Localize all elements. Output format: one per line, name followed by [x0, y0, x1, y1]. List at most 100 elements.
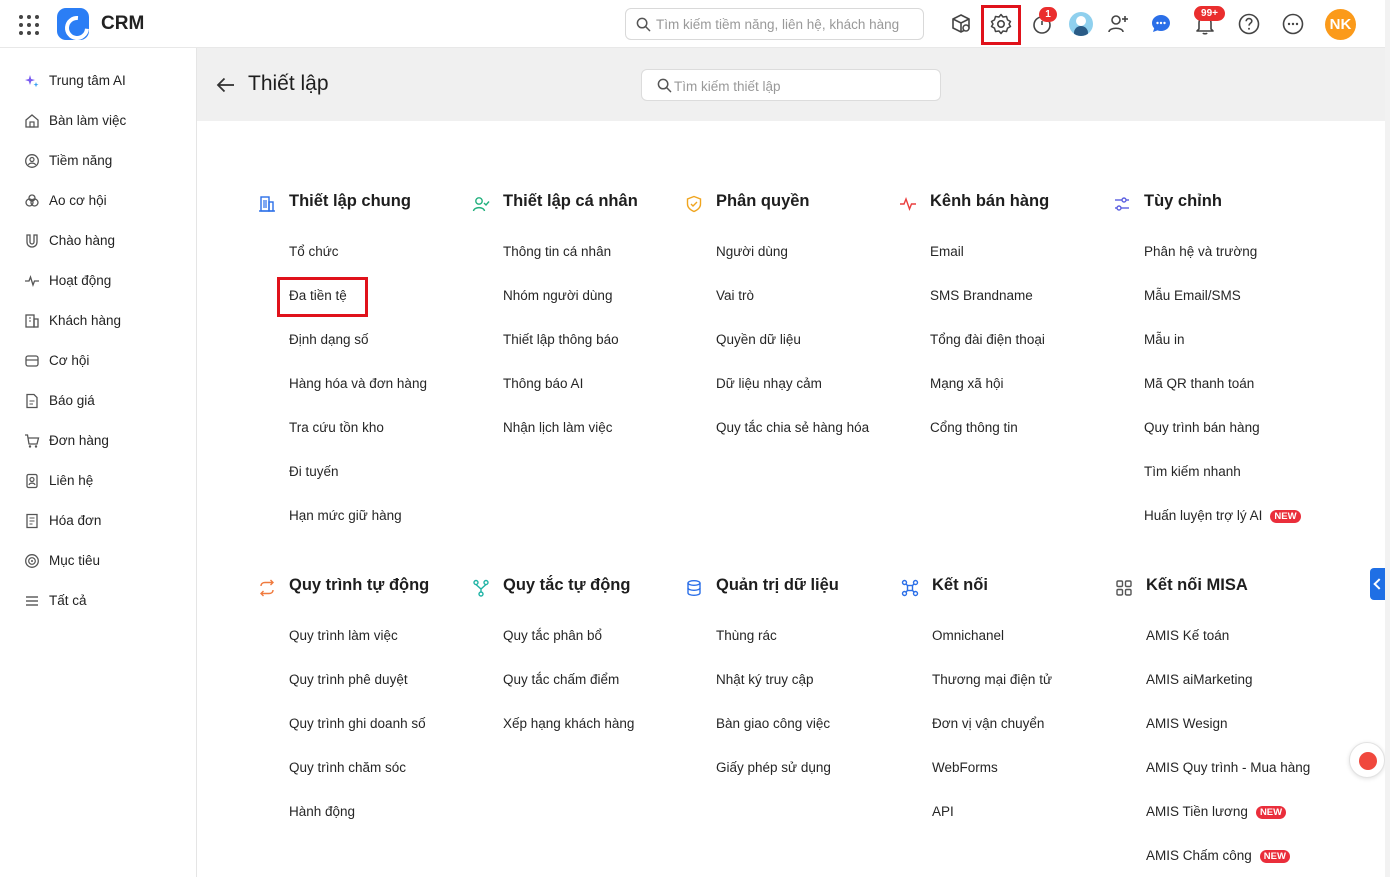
more-icon[interactable]: [1281, 12, 1305, 36]
link-modules-fields[interactable]: Phân hệ và trường: [1144, 244, 1257, 259]
link-customer-ranking[interactable]: Xếp hạng khách hàng: [503, 716, 634, 731]
brand-name: CRM: [101, 13, 145, 34]
add-user-icon[interactable]: [1106, 12, 1130, 36]
contact-icon: [24, 473, 40, 489]
link-work-calendar[interactable]: Nhận lịch làm việc: [503, 420, 613, 435]
global-search-box[interactable]: [625, 8, 924, 40]
sidebar-item-orders[interactable]: Đơn hàng: [0, 421, 196, 461]
link-task-handover[interactable]: Bàn giao công việc: [716, 716, 830, 731]
building-icon: [258, 195, 276, 213]
assistant-avatar[interactable]: [1069, 12, 1093, 36]
link-approval-process[interactable]: Quy trình phê duyệt: [289, 672, 408, 687]
branch-icon: [472, 579, 490, 597]
link-allocation-rules[interactable]: Quy tắc phân bổ: [503, 628, 602, 643]
multi-currency-highlight-frame: [277, 277, 368, 317]
link-call-center[interactable]: Tổng đài điện thoại: [930, 332, 1045, 347]
link-user-groups[interactable]: Nhóm người dùng: [503, 288, 612, 303]
link-omnichannel[interactable]: Omnichanel: [932, 628, 1004, 643]
help-icon[interactable]: [1237, 12, 1261, 36]
sliders-icon: [1113, 195, 1131, 213]
link-access-log[interactable]: Nhật ký truy cập: [716, 672, 814, 687]
link-webforms[interactable]: WebForms: [932, 760, 998, 775]
link-scoring-rules[interactable]: Quy tắc chấm điểm: [503, 672, 619, 687]
link-personal-info[interactable]: Thông tin cá nhân: [503, 244, 611, 259]
sidebar-item-goals[interactable]: Mục tiêu: [0, 541, 196, 581]
sidebar-item-activities[interactable]: Hoạt động: [0, 261, 196, 301]
link-trash[interactable]: Thùng rác: [716, 628, 777, 643]
link-routes[interactable]: Đi tuyến: [289, 464, 339, 479]
pulse-icon: [899, 195, 917, 213]
link-notification-settings[interactable]: Thiết lập thông báo: [503, 332, 619, 347]
link-users[interactable]: Người dùng: [716, 244, 788, 259]
sidebar-item-invoices[interactable]: Hóa đơn: [0, 501, 196, 541]
top-bar: CRM 1 99+ NK: [0, 0, 1385, 48]
link-amis-aimarketing[interactable]: AMIS aiMarketing: [1146, 672, 1253, 687]
global-search-input[interactable]: [656, 14, 916, 34]
link-product-sharing-rules[interactable]: Quy tắc chia sẻ hàng hóa: [716, 420, 869, 435]
link-ai-assistant-training[interactable]: Huấn luyện trợ lý AI NEW: [1144, 508, 1301, 523]
link-number-format[interactable]: Định dạng số: [289, 332, 369, 347]
link-portal[interactable]: Cổng thông tin: [930, 420, 1018, 435]
link-ai-notifications[interactable]: Thông báo AI: [503, 376, 583, 391]
sidebar-item-customers[interactable]: Khách hàng: [0, 301, 196, 341]
grid-icon: [1115, 579, 1133, 597]
sidebar-item-offers[interactable]: Chào hàng: [0, 221, 196, 261]
notification-badge: 99+: [1194, 6, 1225, 21]
app-grid-icon[interactable]: [19, 15, 39, 35]
link-amis-purchase-process[interactable]: AMIS Quy trình - Mua hàng: [1146, 760, 1310, 775]
link-shipping-carriers[interactable]: Đơn vị vận chuyển: [932, 716, 1044, 731]
link-revenue-process[interactable]: Quy trình ghi doanh số: [289, 716, 426, 731]
link-care-process[interactable]: Quy trình chăm sóc: [289, 760, 406, 775]
settings-search-box[interactable]: [641, 69, 941, 101]
sidebar-item-all[interactable]: Tất cả: [0, 581, 196, 621]
crm-logo-icon[interactable]: [57, 8, 89, 40]
link-email[interactable]: Email: [930, 244, 964, 259]
settings-search-input[interactable]: [674, 76, 929, 96]
link-payment-qr[interactable]: Mã QR thanh toán: [1144, 376, 1254, 391]
sidebar: Trung tâm AI Bàn làm việc Tiềm năng Ao c…: [0, 48, 197, 877]
link-products-orders[interactable]: Hàng hóa và đơn hàng: [289, 376, 427, 391]
sidebar-item-workspace[interactable]: Bàn làm việc: [0, 101, 196, 141]
link-work-process[interactable]: Quy trình làm việc: [289, 628, 398, 643]
sidebar-item-opportunity-pool[interactable]: Ao cơ hội: [0, 181, 196, 221]
link-actions[interactable]: Hành động: [289, 804, 355, 819]
new-badge: NEW: [1255, 806, 1287, 819]
building-icon: [24, 313, 40, 329]
sparkle-icon: [24, 73, 40, 89]
sidebar-item-leads[interactable]: Tiềm năng: [0, 141, 196, 181]
product-search-icon[interactable]: [949, 12, 973, 36]
chat-icon[interactable]: [1149, 12, 1173, 36]
link-sales-process[interactable]: Quy trình bán hàng: [1144, 420, 1260, 435]
back-arrow-icon[interactable]: [215, 74, 237, 96]
loop-arrows-icon: [258, 579, 276, 597]
collapse-panel-button[interactable]: [1370, 568, 1386, 600]
link-social-network[interactable]: Mạng xã hội: [930, 376, 1004, 391]
sidebar-item-quotes[interactable]: Báo giá: [0, 381, 196, 421]
link-license[interactable]: Giấy phép sử dụng: [716, 760, 831, 775]
link-amis-wesign[interactable]: AMIS Wesign: [1146, 716, 1228, 731]
link-sensitive-data[interactable]: Dữ liệu nhạy cảm: [716, 376, 822, 391]
sidebar-item-contacts[interactable]: Liên hệ: [0, 461, 196, 501]
link-stock-hold-limit[interactable]: Hạn mức giữ hàng: [289, 508, 402, 523]
user-check-icon: [472, 195, 490, 213]
link-inventory-lookup[interactable]: Tra cứu tồn kho: [289, 420, 384, 435]
link-data-permissions[interactable]: Quyền dữ liệu: [716, 332, 801, 347]
page-scrollbar[interactable]: [1385, 0, 1390, 877]
link-ecommerce[interactable]: Thương mại điện tử: [932, 672, 1052, 687]
ai-assistant-float-button[interactable]: [1349, 742, 1385, 778]
timer-badge: 1: [1039, 7, 1057, 22]
link-roles[interactable]: Vai trò: [716, 288, 754, 303]
link-organization[interactable]: Tổ chức: [289, 244, 339, 259]
link-amis-timekeeping[interactable]: AMIS Chấm công NEW: [1146, 848, 1290, 863]
sidebar-item-ai-center[interactable]: Trung tâm AI: [0, 61, 196, 101]
link-amis-accounting[interactable]: AMIS Kế toán: [1146, 628, 1229, 643]
link-amis-payroll[interactable]: AMIS Tiền lương NEW: [1146, 804, 1287, 819]
database-icon: [685, 579, 703, 597]
link-api[interactable]: API: [932, 804, 954, 819]
sidebar-item-opportunities[interactable]: Cơ hội: [0, 341, 196, 381]
link-print-templates[interactable]: Mẫu in: [1144, 332, 1185, 347]
link-quick-search[interactable]: Tìm kiếm nhanh: [1144, 464, 1241, 479]
link-sms-brandname[interactable]: SMS Brandname: [930, 288, 1033, 303]
link-email-sms-templates[interactable]: Mẫu Email/SMS: [1144, 288, 1241, 303]
user-avatar[interactable]: NK: [1325, 9, 1356, 40]
